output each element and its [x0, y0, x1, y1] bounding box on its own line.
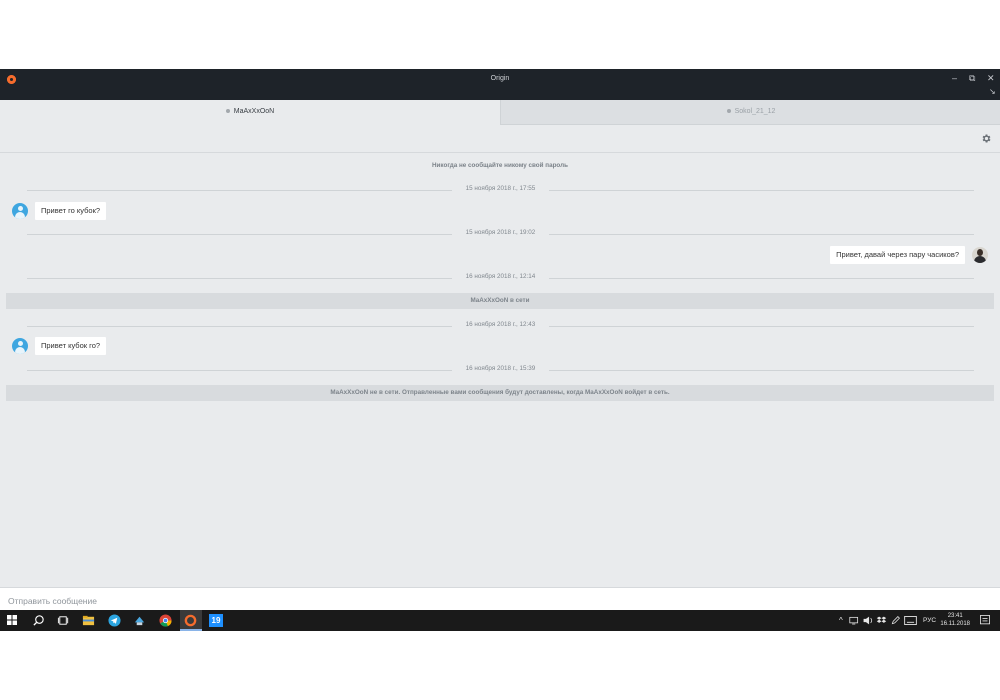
notification-icon[interactable]: [980, 615, 990, 626]
chat-toolbar: [0, 125, 1000, 153]
taskbar-item-origin[interactable]: [180, 610, 202, 631]
tab-label: Sokol_21_12: [734, 108, 776, 115]
origin-icon: [184, 614, 197, 627]
date-separator: 15 ноября 2018 г., 19:02: [27, 229, 974, 239]
avatar[interactable]: [972, 247, 988, 263]
search-icon[interactable]: [32, 614, 45, 627]
message-input[interactable]: [6, 592, 910, 610]
chrome-icon[interactable]: [159, 614, 172, 627]
clock-date: 16.11.2018: [940, 621, 970, 627]
message-bubble: Привет го кубок?: [35, 202, 107, 220]
message-composer: [0, 587, 1000, 611]
message-history[interactable]: Никогда не сообщайте никому свой пароль …: [0, 153, 1000, 587]
task-view-icon[interactable]: [57, 614, 70, 627]
message-bubble: Привет, давай через пару часиков?: [830, 246, 965, 264]
keyboard-icon[interactable]: [904, 616, 917, 625]
volume-icon[interactable]: [862, 615, 873, 626]
expand-icon[interactable]: ↘: [989, 87, 996, 97]
restore-button[interactable]: ⧉: [969, 73, 975, 83]
tab-maaxxxoon[interactable]: MaAxXxOoN: [0, 100, 500, 124]
presence-dot-icon: [225, 109, 230, 114]
clock-time: 23:41: [947, 613, 963, 619]
telegram-icon[interactable]: [108, 614, 121, 627]
date-label: 15 ноября 2018 г., 19:02: [465, 229, 536, 236]
title-bar: Origin – ⧉ ✕ ↘: [0, 69, 1000, 100]
close-button[interactable]: ✕: [987, 73, 995, 83]
pen-icon[interactable]: [890, 615, 901, 626]
date-separator: 15 ноября 2018 г., 17:55: [27, 185, 974, 195]
origin-window: Origin – ⧉ ✕ ↘ MaAxXxOoN Sokol_21_12 Ник…: [0, 69, 1000, 631]
online-status-banner: MaAxXxOoN в сети: [6, 293, 994, 309]
date-separator: 16 ноября 2018 г., 12:14: [27, 273, 974, 283]
date-label: 16 ноября 2018 г., 12:43: [465, 321, 536, 328]
message-bubble: Привет кубок го?: [35, 337, 107, 355]
minimize-button[interactable]: –: [952, 73, 957, 83]
windows-taskbar: 19 ^ РУС 23:41 16.11.2018: [0, 610, 1000, 631]
network-icon[interactable]: [849, 615, 860, 626]
avatar[interactable]: [12, 338, 28, 354]
conversation-tabs: MaAxXxOoN Sokol_21_12: [0, 100, 1000, 125]
tray-chevron-up-icon[interactable]: ^: [839, 616, 843, 625]
offline-status-banner: MaAxXxOoN не в сети. Отправленные вами с…: [6, 385, 994, 401]
tab-label: MaAxXxOoN: [233, 108, 275, 115]
presence-dot-icon: [726, 109, 731, 114]
clock[interactable]: 23:41 16.11.2018: [940, 612, 970, 628]
start-icon[interactable]: [7, 615, 17, 625]
tab-sokol[interactable]: Sokol_21_12: [500, 100, 1000, 125]
gear-icon[interactable]: [981, 133, 992, 144]
steam-icon[interactable]: [133, 614, 146, 627]
date-label: 16 ноября 2018 г., 12:14: [465, 273, 536, 280]
security-notice: Никогда не сообщайте никому свой пароль: [431, 162, 568, 169]
dropbox-icon[interactable]: [876, 615, 887, 626]
language-indicator[interactable]: РУС: [923, 617, 936, 624]
date-separator: 16 ноября 2018 г., 15:39: [27, 365, 974, 375]
file-explorer-icon[interactable]: [82, 614, 95, 627]
window-title: Origin: [490, 75, 510, 82]
date-label: 16 ноября 2018 г., 15:39: [465, 365, 536, 372]
app-badge-icon[interactable]: 19: [209, 614, 223, 627]
date-separator: 16 ноября 2018 г., 12:43: [27, 321, 974, 331]
date-label: 15 ноября 2018 г., 17:55: [465, 185, 536, 192]
avatar[interactable]: [12, 203, 28, 219]
